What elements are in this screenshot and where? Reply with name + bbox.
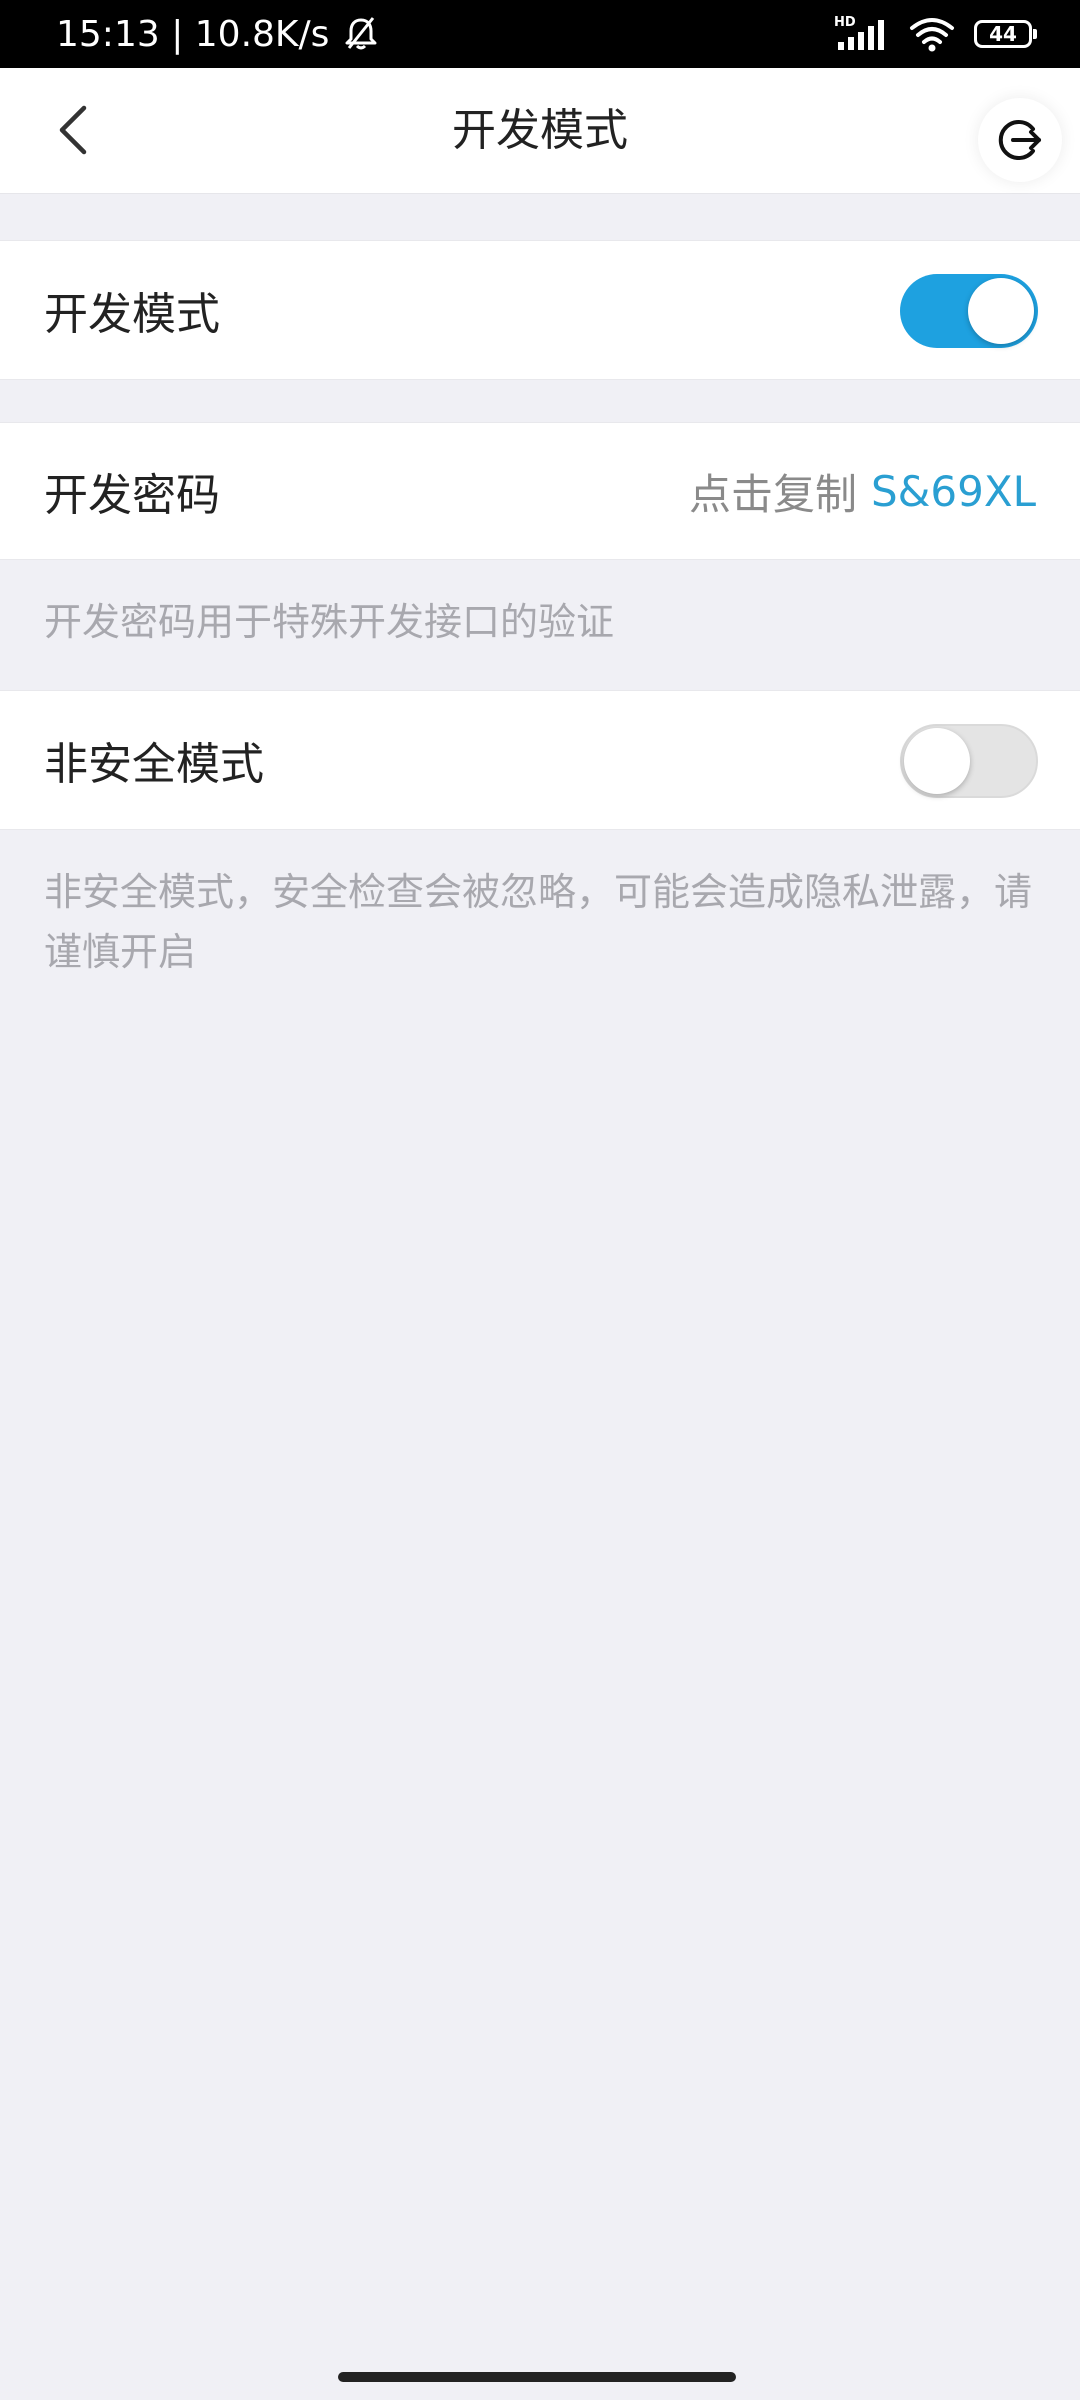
signal-icon: HD <box>834 15 884 50</box>
nav-bar: 开发模式 <box>0 68 1080 194</box>
home-indicator[interactable] <box>338 2372 736 2382</box>
status-left: 15:13 | 10.8K/s <box>56 0 381 68</box>
status-right: HD 44 <box>834 0 1037 68</box>
copy-hint: 点击复制 <box>688 469 857 519</box>
wifi-icon <box>910 18 954 52</box>
network-badge: HD <box>834 15 856 30</box>
dev-password-label: 开发密码 <box>44 470 220 521</box>
dev-password-row[interactable]: 开发密码 点击复制 S&69XL <box>0 422 1080 560</box>
dev-password-value[interactable]: 点击复制 S&69XL <box>689 423 1036 559</box>
toggle-knob <box>904 728 970 794</box>
unsafe-mode-row: 非安全模式 <box>0 690 1080 830</box>
dev-mode-toggle[interactable] <box>900 274 1038 348</box>
bell-muted-icon <box>345 17 377 50</box>
dev-password-note: 开发密码用于特殊开发接口的验证 <box>44 600 615 644</box>
unsafe-mode-label: 非安全模式 <box>44 739 264 790</box>
toggle-knob <box>968 278 1034 344</box>
logout-icon <box>998 120 1041 160</box>
exit-button[interactable] <box>978 98 1062 182</box>
dev-mode-row: 开发模式 <box>0 240 1080 380</box>
battery-icon: 44 <box>974 20 1037 48</box>
status-time-speed: 15:13 | 10.8K/s <box>56 13 330 55</box>
unsafe-mode-note: 非安全模式，安全检查会被忽略，可能会造成隐私泄露，请谨慎开启 <box>44 870 1033 974</box>
page-title: 开发模式 <box>452 105 628 156</box>
status-bar: 15:13 | 10.8K/s HD 44 <box>0 0 1080 68</box>
unsafe-mode-toggle[interactable] <box>900 724 1038 798</box>
battery-level: 44 <box>989 22 1017 46</box>
dev-password-code[interactable]: S&69XL <box>871 467 1036 516</box>
dev-mode-label: 开发模式 <box>44 289 220 340</box>
